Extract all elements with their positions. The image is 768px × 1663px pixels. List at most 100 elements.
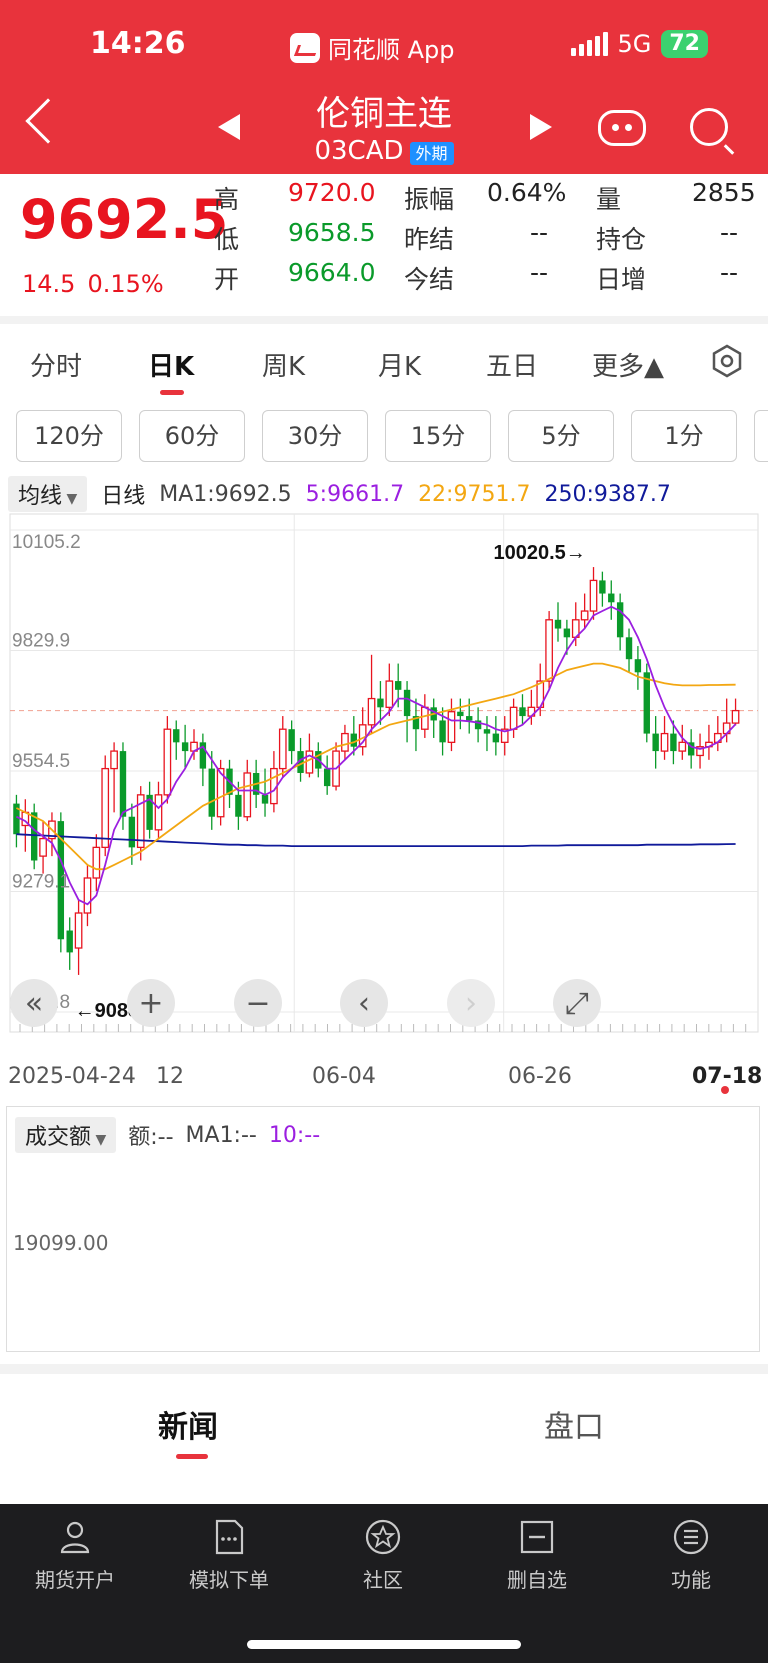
candle-body-up (154, 794, 163, 831)
candle-body-up (341, 732, 349, 752)
period-selector: 120分 60分 30分 15分 5分 1分 (0, 408, 768, 464)
kline-chart[interactable]: 10105.29829.99554.59279.19003.810020.5→←… (0, 512, 768, 1092)
status-app-label: 同花顺 App (328, 36, 455, 64)
candle-body-down (616, 602, 624, 638)
amp-value: 0.64% (487, 178, 567, 207)
ma-select-dropdown[interactable]: 均线 (8, 476, 88, 512)
top-header: 14:26 同花顺 App 5G 72 伦铜主连 03CAD 外期 (0, 0, 768, 174)
period-1min[interactable]: 1分 (631, 410, 737, 462)
robot-assistant-icon[interactable] (598, 110, 646, 146)
ma-legend: 均线 日线 MA1:9692.5 5:9661.7 22:9751.7 250:… (0, 476, 768, 512)
y-tick-label: 9554.5 (12, 751, 70, 772)
last-price: 9692.5 (20, 188, 229, 251)
candle-body-down (394, 681, 402, 690)
candle-body-up (39, 837, 47, 857)
prev-settle-label: 昨结 (404, 225, 455, 254)
candle-body-down (554, 619, 562, 629)
tab-more[interactable]: 更多▲ (592, 346, 664, 383)
tab-news[interactable]: 新闻 (158, 1402, 218, 1446)
candle-body-up (101, 767, 110, 849)
volume-amount: 额:-- (128, 1125, 174, 1150)
candle-body-down (128, 816, 136, 848)
nav-functions[interactable]: 功能 (631, 1518, 751, 1593)
date-tick-start: 2025-04-24 (8, 1064, 136, 1089)
candle-body-up (589, 579, 598, 612)
volume-panel[interactable]: 成交额 额:-- MA1:-- 10:-- 19099.00 (6, 1106, 760, 1352)
search-icon[interactable] (690, 108, 728, 146)
candle-body-down (483, 729, 491, 734)
ma1-label: MA1:9692.5 (159, 481, 292, 507)
date-tick-0718: 07-18 (692, 1064, 763, 1089)
open-value: 9664.0 (288, 258, 376, 287)
y-tick-label: 10105.2 (12, 532, 81, 553)
period-5min[interactable]: 5分 (508, 410, 614, 462)
candle-body-up (420, 706, 429, 730)
code-label: 03CAD (314, 136, 404, 166)
bottom-nav: 期货开户 模拟下单 社区 删自选 功能 (0, 1504, 768, 1663)
tab-daily-k[interactable]: 日K (148, 346, 194, 383)
candle-body-down (439, 720, 446, 743)
ma250-label: 250:9387.7 (544, 481, 671, 507)
nav-open-account[interactable]: 期货开户 (15, 1518, 135, 1593)
candle-body-down (30, 812, 38, 861)
date-axis: 2025-04-24 12 06-04 06-26 07-18 (0, 1058, 768, 1098)
date-tick-0626: 06-26 (508, 1064, 572, 1089)
candle-body-down (208, 768, 215, 817)
period-120min[interactable]: 120分 (16, 410, 122, 462)
candle-body-down (261, 794, 269, 804)
tab-intraday[interactable]: 分时 (30, 346, 82, 383)
amp-label: 振幅 (404, 185, 455, 214)
zoom-out-icon: − (245, 986, 270, 1021)
fullscreen-icon: ⤢ (565, 986, 589, 1021)
candle-body-down (377, 698, 384, 708)
volume-tick: 19099.00 (13, 1231, 109, 1255)
period-more-edge[interactable] (754, 410, 768, 462)
volume-ma1: MA1:-- (185, 1122, 257, 1148)
nav-sim-order[interactable]: 模拟下单 (169, 1518, 289, 1593)
signal-icon (570, 32, 608, 56)
tab-order-book[interactable]: 盘口 (544, 1402, 604, 1446)
document-icon (215, 1519, 244, 1555)
chart-tabs: 分时 日K 周K 月K 五日 更多▲ (0, 324, 768, 398)
candle-body-up (305, 750, 314, 774)
nav-community[interactable]: 社区 (323, 1518, 443, 1593)
candle-body-down (563, 628, 571, 638)
home-indicator (247, 1640, 521, 1649)
nav-remove-watchlist[interactable]: 删自选 (477, 1518, 597, 1593)
kline-svg[interactable]: 10105.29829.99554.59279.19003.810020.5→←… (0, 512, 768, 1058)
ma-type-label: 日线 (101, 484, 146, 509)
section-divider-2 (0, 1364, 768, 1374)
settle-value: -- (530, 258, 549, 287)
market-tag: 外期 (409, 141, 454, 165)
tab-five-day[interactable]: 五日 (486, 346, 538, 383)
nav-remove-watchlist-label: 删自选 (507, 1568, 567, 1592)
candle-body-up (509, 706, 518, 730)
volume-label: 量 (596, 185, 622, 214)
candle-body-down (235, 794, 242, 817)
scroll-start-icon: « (25, 986, 43, 1021)
period-30min[interactable]: 30分 (262, 410, 368, 462)
candle-body-down (599, 580, 606, 594)
candle-body-up (163, 728, 172, 796)
period-15min[interactable]: 15分 (385, 410, 491, 462)
settings-icon[interactable] (710, 344, 744, 378)
candle-body-down (670, 733, 677, 752)
status-right: 5G 72 (570, 30, 708, 58)
change-value: 14.5 (22, 270, 76, 298)
candle-body-up (243, 772, 252, 818)
candle-body-up (580, 610, 589, 621)
next-contract-icon[interactable] (530, 114, 552, 140)
network-label: 5G (617, 30, 652, 58)
period-60min[interactable]: 60分 (139, 410, 245, 462)
tab-monthly-k[interactable]: 月K (378, 346, 421, 383)
candle-body-up (731, 709, 740, 724)
candle-body-down (652, 733, 659, 752)
tab-weekly-k[interactable]: 周K (262, 346, 305, 383)
candle-body-down (403, 689, 411, 717)
candle-body-down (173, 729, 180, 743)
y-tick-label: 9829.9 (12, 630, 70, 651)
volume-select-dropdown[interactable]: 成交额 (15, 1117, 117, 1153)
candle-body-down (608, 593, 615, 603)
status-time: 14:26 (90, 26, 186, 61)
minus-box-icon (520, 1520, 554, 1554)
